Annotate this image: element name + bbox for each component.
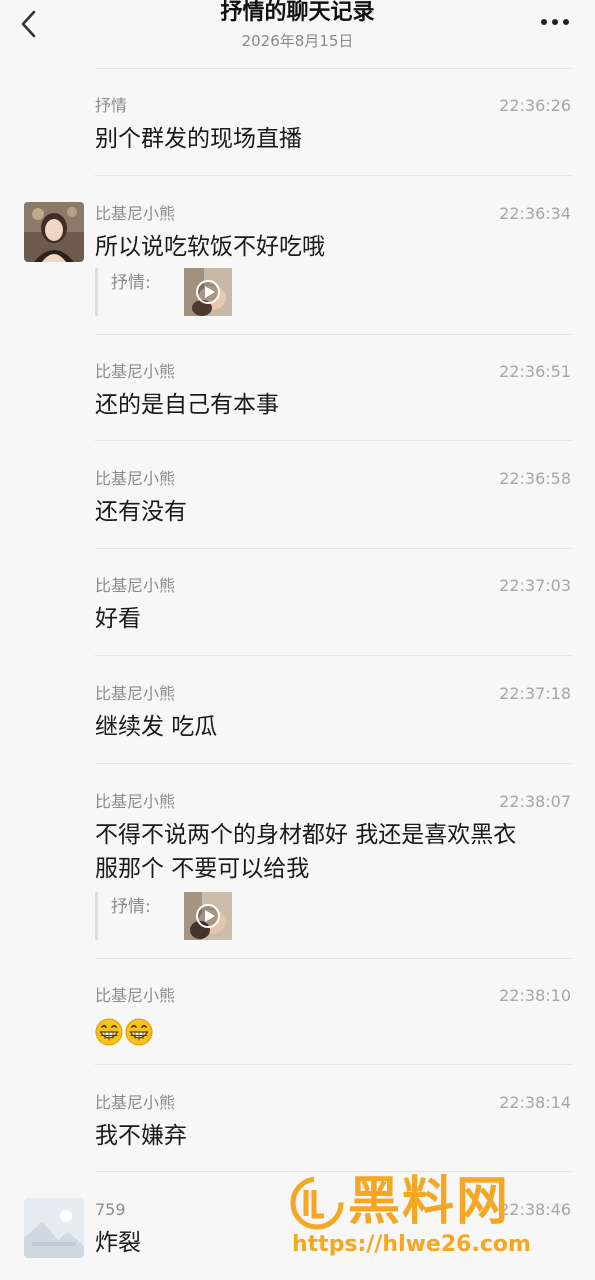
message-time: 22:36:51 <box>499 362 571 381</box>
message-sender: 比基尼小熊 <box>95 792 176 811</box>
message-text[interactable]: 我不嫌弃 <box>95 1119 571 1153</box>
quoted-video-thumbnail[interactable] <box>184 268 232 316</box>
message-text[interactable]: 还有没有 <box>95 495 571 529</box>
more-button[interactable] <box>539 12 573 32</box>
divider <box>95 548 571 549</box>
quoted-message[interactable]: 抒情: <box>95 892 268 940</box>
avatar-image <box>24 202 84 262</box>
message-sender: 抒情 <box>95 96 128 115</box>
message-text[interactable]: 不得不说两个的身材都好 我还是喜欢黑衣 服那个 不要可以给我 <box>95 818 571 886</box>
message-sender: 比基尼小熊 <box>95 469 176 488</box>
quote-sender: 抒情: <box>111 273 151 293</box>
message-time: 22:38:14 <box>499 1093 571 1112</box>
watermark-url: https://hlwe26.com <box>292 1232 531 1257</box>
message-sender: 比基尼小熊 <box>95 1093 176 1112</box>
message-sender: 比基尼小熊 <box>95 204 176 223</box>
image-placeholder-icon <box>24 1198 84 1258</box>
grinning-face-icon <box>125 1018 153 1045</box>
message-text-line: 不得不说两个的身材都好 我还是喜欢黑衣 <box>95 822 517 848</box>
avatar[interactable] <box>24 202 84 262</box>
divider <box>95 440 571 441</box>
divider <box>95 1064 571 1065</box>
message-sender: 比基尼小熊 <box>95 576 176 595</box>
watermark-text: 黑料网 <box>348 1172 511 1232</box>
message-time: 22:38:10 <box>499 986 571 1005</box>
divider <box>95 655 571 656</box>
message-sender: 比基尼小熊 <box>95 362 176 381</box>
message-time: 22:36:58 <box>499 469 571 488</box>
watermark-logo-icon <box>290 1176 344 1230</box>
divider <box>95 958 571 959</box>
message-time: 22:37:18 <box>499 684 571 703</box>
message-text[interactable]: 所以说吃软饭不好吃哦 <box>95 230 571 264</box>
divider <box>95 68 571 69</box>
page-subtitle-date: 2026年8月15日 <box>241 32 354 50</box>
quote-sender: 抒情: <box>111 897 151 917</box>
message-sender: 比基尼小熊 <box>95 684 176 703</box>
watermark: 黑料网 https://hlwe26.com <box>290 1172 580 1266</box>
message-time: 22:36:34 <box>499 204 571 223</box>
message-text[interactable]: 别个群发的现场直播 <box>95 122 571 156</box>
message-sender: 759 <box>95 1200 126 1219</box>
message-time: 22:38:07 <box>499 792 571 811</box>
quoted-video-thumbnail[interactable] <box>184 892 232 940</box>
divider <box>95 334 571 335</box>
divider <box>95 175 571 176</box>
grinning-face-icon <box>95 1018 123 1045</box>
quoted-message[interactable]: 抒情: <box>95 268 268 316</box>
message-emoji[interactable] <box>95 1014 571 1048</box>
message-text[interactable]: 继续发 吃瓜 <box>95 710 571 744</box>
message-text[interactable]: 还的是自己有本事 <box>95 388 571 422</box>
message-text-line: 服那个 不要可以给我 <box>95 856 310 882</box>
message-time: 22:37:03 <box>499 576 571 595</box>
page-title: 抒情的聊天记录 <box>220 0 375 25</box>
header-bar: 抒情的聊天记录 2026年8月15日 <box>0 0 595 62</box>
message-sender: 比基尼小熊 <box>95 986 176 1005</box>
more-dots-icon <box>541 19 569 25</box>
message-time: 22:36:26 <box>499 96 571 115</box>
divider <box>95 763 571 764</box>
avatar[interactable] <box>24 1198 84 1258</box>
message-text[interactable]: 好看 <box>95 602 571 636</box>
